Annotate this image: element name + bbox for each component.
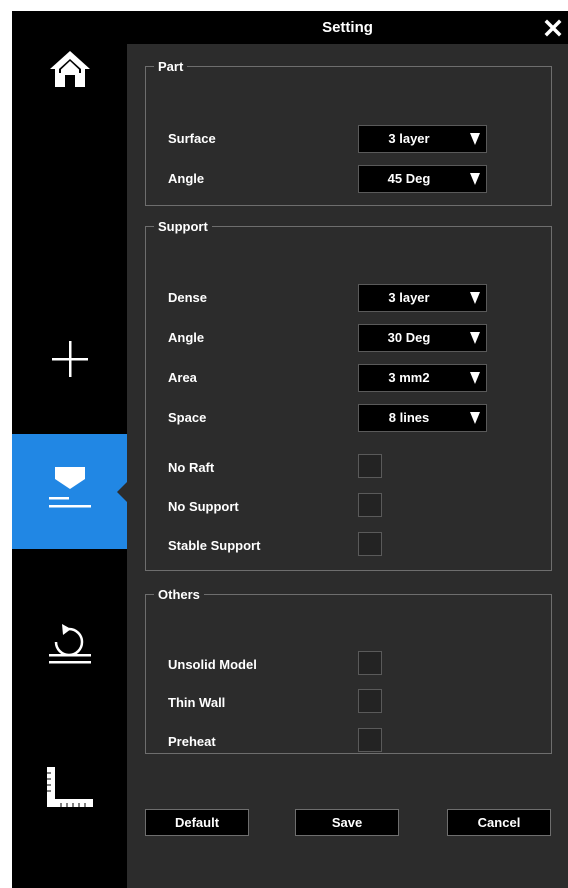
support-angle-select[interactable]: 30 Deg (358, 324, 487, 352)
support-angle-label: Angle (168, 330, 205, 345)
no-raft-label: No Raft (168, 460, 215, 475)
close-icon[interactable] (541, 16, 565, 40)
sidebar-item-support[interactable] (12, 434, 128, 549)
save-button[interactable]: Save (295, 809, 399, 836)
dense-label: Dense (168, 290, 208, 305)
dropdown-arrow-icon (470, 372, 480, 384)
others-legend: Others (158, 587, 200, 602)
area-label: Area (168, 370, 197, 385)
support-icon (48, 466, 91, 507)
dropdown-arrow-icon (470, 412, 480, 424)
dialog-title: Setting (322, 19, 373, 36)
thin-wall-checkbox[interactable] (358, 689, 382, 713)
preheat-checkbox[interactable] (358, 728, 382, 752)
dropdown-arrow-icon (470, 133, 480, 145)
dropdown-arrow-icon (470, 292, 480, 304)
sidebar-item-home[interactable] (12, 39, 127, 99)
surface-select[interactable]: 3 layer (358, 125, 487, 153)
support-legend: Support (158, 219, 208, 234)
support-angle-value: 30 Deg (387, 330, 431, 345)
others-group: Others Unsolid Model Thin Wall Preheat (145, 587, 552, 754)
no-raft-checkbox[interactable] (358, 454, 382, 478)
sidebar (12, 11, 128, 888)
unsolid-model-label: Unsolid Model (168, 657, 257, 672)
space-value: 8 lines (388, 410, 430, 425)
area-value: 3 mm2 (388, 370, 430, 385)
sidebar-item-rotate[interactable] (12, 611, 127, 671)
app-window: Setting Part Surface 3 layer Angle 45 De… (12, 11, 568, 888)
plus-icon (51, 341, 88, 377)
dropdown-arrow-icon (470, 332, 480, 344)
stable-support-label: Stable Support (168, 538, 261, 553)
part-angle-select[interactable]: 45 Deg (358, 165, 487, 193)
dense-select[interactable]: 3 layer (358, 284, 487, 312)
rotate-icon (48, 624, 91, 664)
thin-wall-label: Thin Wall (168, 695, 226, 710)
no-support-label: No Support (168, 499, 239, 514)
sidebar-item-add[interactable] (12, 329, 127, 389)
space-label: Space (168, 410, 207, 425)
sidebar-item-measure[interactable] (12, 763, 127, 813)
ruler-icon (46, 767, 93, 807)
area-select[interactable]: 3 mm2 (358, 364, 487, 392)
default-button[interactable]: Default (145, 809, 249, 836)
title-bar: Setting (127, 11, 568, 44)
cancel-button[interactable]: Cancel (447, 809, 551, 836)
part-angle-label: Angle (168, 171, 205, 186)
surface-value: 3 layer (388, 131, 430, 146)
no-support-checkbox[interactable] (358, 493, 382, 517)
dense-value: 3 layer (388, 290, 430, 305)
part-angle-value: 45 Deg (387, 171, 431, 186)
settings-panel: Setting Part Surface 3 layer Angle 45 De… (127, 11, 568, 888)
space-select[interactable]: 8 lines (358, 404, 487, 432)
support-group: Support Dense 3 layer Angle 30 Deg Area … (145, 219, 552, 571)
stable-support-checkbox[interactable] (358, 532, 382, 556)
surface-label: Surface (168, 131, 216, 146)
unsolid-model-checkbox[interactable] (358, 651, 382, 675)
part-legend: Part (158, 59, 184, 74)
dropdown-arrow-icon (470, 173, 480, 185)
part-group: Part Surface 3 layer Angle 45 Deg (145, 59, 552, 206)
home-icon (49, 51, 90, 87)
preheat-label: Preheat (168, 734, 216, 749)
